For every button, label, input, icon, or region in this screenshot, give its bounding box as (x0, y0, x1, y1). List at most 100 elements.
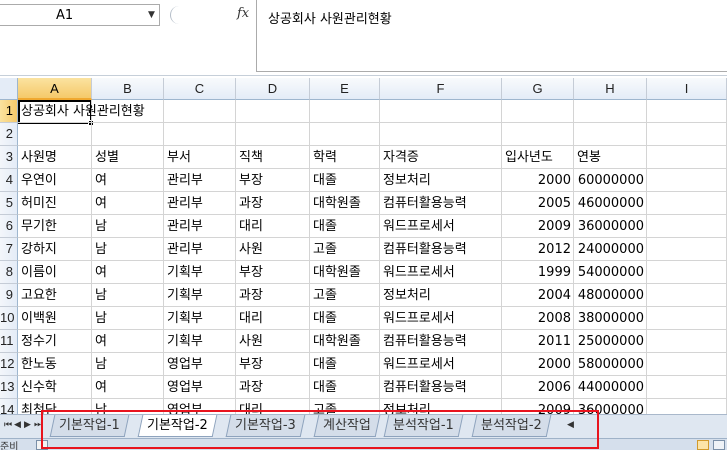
data-cell[interactable]: 컴퓨터활용능력 (380, 238, 502, 261)
data-cell[interactable]: 36000000 (574, 215, 647, 238)
normal-view-icon[interactable] (697, 440, 709, 450)
data-cell[interactable]: 관리부 (164, 215, 236, 238)
data-cell[interactable]: 여 (92, 192, 164, 215)
column-header-d[interactable]: D (236, 78, 310, 100)
data-cell[interactable]: 영업부 (164, 353, 236, 376)
name-box[interactable]: A1 ▼ (0, 4, 160, 26)
data-cell[interactable]: 대리 (236, 215, 310, 238)
data-cell[interactable]: 사원 (236, 238, 310, 261)
data-cell[interactable]: 컴퓨터활용능력 (380, 376, 502, 399)
data-cell[interactable]: 워드프로세서 (380, 353, 502, 376)
row-header-9[interactable]: 9 (0, 284, 18, 307)
last-sheet-icon[interactable]: ⏭ (34, 420, 42, 430)
data-cell[interactable]: 2000 (502, 353, 574, 376)
data-cell[interactable]: 2009 (502, 399, 574, 414)
page-layout-view-icon[interactable] (713, 440, 725, 450)
data-cell[interactable]: 대리 (236, 307, 310, 330)
data-cell[interactable]: 영업부 (164, 399, 236, 414)
data-cell[interactable]: 36000000 (574, 399, 647, 414)
data-cell[interactable]: 2012 (502, 238, 574, 261)
header-cell[interactable]: 성별 (92, 146, 164, 169)
data-cell[interactable]: 사원 (236, 330, 310, 353)
data-cell[interactable]: 과장 (236, 192, 310, 215)
data-cell[interactable]: 최첨단 (18, 399, 92, 414)
data-cell[interactable]: 워드프로세서 (380, 307, 502, 330)
data-cell[interactable]: 정보처리 (380, 284, 502, 307)
data-cell[interactable]: 38000000 (574, 307, 647, 330)
sheet-tab[interactable]: 계산작업 (313, 415, 381, 437)
select-all-corner[interactable] (0, 78, 18, 100)
data-cell[interactable]: 강하지 (18, 238, 92, 261)
data-cell[interactable]: 여 (92, 330, 164, 353)
data-cell[interactable]: 고졸 (310, 284, 380, 307)
data-cell[interactable]: 부장 (236, 261, 310, 284)
data-cell[interactable]: 60000000 (574, 169, 647, 192)
formula-input[interactable]: 상공회사 사원관리현황 (256, 0, 727, 72)
data-cell[interactable]: 기획부 (164, 284, 236, 307)
data-cell[interactable]: 컴퓨터활용능력 (380, 330, 502, 353)
row-header-11[interactable]: 11 (0, 330, 18, 353)
column-header-c[interactable]: C (164, 78, 236, 100)
data-cell[interactable]: 워드프로세서 (380, 261, 502, 284)
data-cell[interactable]: 고요한 (18, 284, 92, 307)
data-cell[interactable]: 관리부 (164, 238, 236, 261)
data-cell[interactable]: 남 (92, 399, 164, 414)
row-header-8[interactable]: 8 (0, 261, 18, 284)
row-header-6[interactable]: 6 (0, 215, 18, 238)
data-cell[interactable]: 고졸 (310, 399, 380, 414)
row-header-7[interactable]: 7 (0, 238, 18, 261)
header-cell[interactable]: 직책 (236, 146, 310, 169)
data-cell[interactable]: 부장 (236, 169, 310, 192)
cell-grid[interactable]: 상공회사 사원관리현황 사원명 성별 부서 직책 학력 자격증 입사년도 연봉 우연이 여 관리부 부장… (18, 100, 727, 414)
column-header-a[interactable]: A (18, 78, 92, 100)
row-header-3[interactable]: 3 (0, 146, 18, 169)
next-sheet-icon[interactable]: ▶ (24, 420, 31, 430)
formula-bar-handle[interactable] (170, 6, 180, 24)
row-header-13[interactable]: 13 (0, 376, 18, 399)
header-cell[interactable]: 연봉 (574, 146, 647, 169)
data-cell[interactable]: 54000000 (574, 261, 647, 284)
data-cell[interactable]: 2006 (502, 376, 574, 399)
data-cell[interactable]: 남 (92, 215, 164, 238)
data-cell[interactable]: 무기한 (18, 215, 92, 238)
data-cell[interactable]: 2008 (502, 307, 574, 330)
data-cell[interactable]: 부장 (236, 353, 310, 376)
data-cell[interactable]: 대학원졸 (310, 261, 380, 284)
column-header-h[interactable]: H (574, 78, 647, 100)
first-sheet-icon[interactable]: ⏮ (4, 420, 12, 430)
data-cell[interactable]: 46000000 (574, 192, 647, 215)
data-cell[interactable]: 2000 (502, 169, 574, 192)
data-cell[interactable]: 기획부 (164, 307, 236, 330)
data-cell[interactable]: 48000000 (574, 284, 647, 307)
data-cell[interactable]: 컴퓨터활용능력 (380, 192, 502, 215)
data-cell[interactable]: 대학원졸 (310, 330, 380, 353)
prev-sheet-icon[interactable]: ◀ (14, 420, 21, 430)
data-cell[interactable]: 대졸 (310, 376, 380, 399)
row-header-12[interactable]: 12 (0, 353, 18, 376)
insert-function-icon[interactable]: fx (237, 6, 249, 21)
data-cell[interactable]: 과장 (236, 376, 310, 399)
data-cell[interactable]: 한노동 (18, 353, 92, 376)
sheet-tab[interactable]: 분석작업-2 (471, 415, 552, 437)
data-cell[interactable]: 24000000 (574, 238, 647, 261)
data-cell[interactable]: 1999 (502, 261, 574, 284)
data-cell[interactable]: 신수학 (18, 376, 92, 399)
tab-scroll-left-icon[interactable]: ◀ (567, 420, 574, 430)
sheet-tab[interactable]: 기본작업-1 (49, 415, 130, 437)
header-cell[interactable]: 부서 (164, 146, 236, 169)
row-header-10[interactable]: 10 (0, 307, 18, 330)
row-header-4[interactable]: 4 (0, 169, 18, 192)
data-cell[interactable]: 남 (92, 238, 164, 261)
header-cell[interactable]: 학력 (310, 146, 380, 169)
header-cell[interactable]: 사원명 (18, 146, 92, 169)
data-cell[interactable]: 기획부 (164, 330, 236, 353)
sheet-tab[interactable]: 기본작업-3 (225, 415, 306, 437)
data-cell[interactable]: 2009 (502, 215, 574, 238)
header-cell[interactable]: 자격증 (380, 146, 502, 169)
header-cell[interactable]: 입사년도 (502, 146, 574, 169)
data-cell[interactable]: 남 (92, 284, 164, 307)
data-cell[interactable]: 남 (92, 353, 164, 376)
data-cell[interactable]: 44000000 (574, 376, 647, 399)
data-cell[interactable]: 대졸 (310, 353, 380, 376)
data-cell[interactable]: 대졸 (310, 169, 380, 192)
